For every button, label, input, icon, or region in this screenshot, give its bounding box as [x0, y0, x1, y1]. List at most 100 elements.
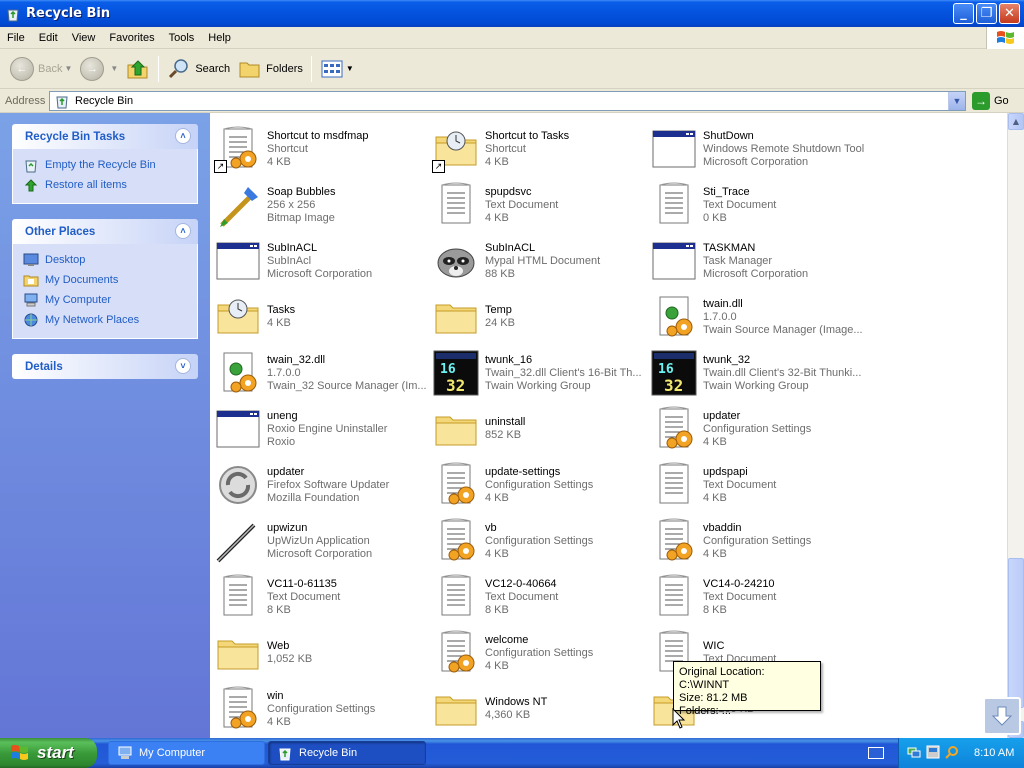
- back-button[interactable]: ← Back ▼: [6, 53, 76, 85]
- my-computer-link[interactable]: My Computer: [23, 290, 187, 310]
- file-item-text: TASKMAN Task Manager Microsoft Corporation: [703, 242, 868, 281]
- file-detail-2: 4 KB: [267, 715, 291, 728]
- clock: 8:10 AM: [974, 747, 1015, 759]
- my-documents-label: My Documents: [45, 274, 119, 286]
- file-item[interactable]: update-settings Configuration Settings 4 K…: [432, 457, 650, 513]
- file-item-text: upwizun UpWizUn Application Microsoft Corp…: [267, 522, 432, 561]
- file-item[interactable]: ↗ Shortcut to Tasks Shortcut 4 KB: [432, 121, 650, 177]
- file-item[interactable]: Windows NT 4,360 KB: [432, 681, 650, 737]
- file-item[interactable]: uninstall 852 KB: [432, 401, 650, 457]
- file-item[interactable]: Sti_Trace Text Document 0 KB: [650, 177, 868, 233]
- my-network-places-link[interactable]: My Network Places: [23, 310, 187, 330]
- scroll-up-button[interactable]: ▲: [1008, 113, 1024, 130]
- search-button[interactable]: Search: [163, 53, 234, 85]
- up-button[interactable]: [122, 53, 154, 85]
- file-item[interactable]: SubInACL SubInAcl Microsoft Corporation: [214, 233, 432, 289]
- collapse-icon[interactable]: ˄: [175, 128, 191, 144]
- file-item-text: update-settings Configuration Settings 4 K…: [485, 466, 650, 505]
- file-item[interactable]: vb Configuration Settings 4 KB: [432, 513, 650, 569]
- other-places-header[interactable]: Other Places ˄: [12, 219, 198, 244]
- file-item[interactable]: Tasks 4 KB: [214, 289, 432, 345]
- network-tray-icon[interactable]: [907, 745, 921, 762]
- menu-favorites[interactable]: Favorites: [102, 32, 161, 44]
- file-detail-1: 24 KB: [485, 317, 515, 329]
- file-item[interactable]: 16 32 twunk_32 Twain.dll Client's 32-Bit Th…: [650, 345, 868, 401]
- file-item[interactable]: Soap Bubbles 256 x 256 Bitmap Image: [214, 177, 432, 233]
- folders-button[interactable]: Folders: [234, 53, 307, 85]
- details-header[interactable]: Details ˅: [12, 354, 198, 379]
- empty-recycle-bin-label: Empty the Recycle Bin: [45, 159, 156, 171]
- file-detail-2: 0 KB: [703, 211, 727, 224]
- shortcut-arrow-icon: ↗: [214, 160, 227, 173]
- desktop-link[interactable]: Desktop: [23, 250, 187, 270]
- windows-logo-icon: [11, 745, 28, 760]
- file-name: ShutDown: [703, 129, 754, 142]
- menu-view[interactable]: View: [65, 32, 103, 44]
- file-item-text: updater Firefox Software Updater Mozilla F…: [267, 466, 432, 505]
- close-button[interactable]: ✕: [999, 3, 1020, 24]
- go-button[interactable]: → Go: [972, 92, 1009, 110]
- file-item[interactable]: VC14-0-24210 Text Document 8 KB: [650, 569, 868, 625]
- file-item[interactable]: VC11-0-61135 Text Document 8 KB: [214, 569, 432, 625]
- minimize-button[interactable]: _: [953, 3, 974, 24]
- forward-dropdown-icon[interactable]: ▼: [110, 64, 118, 73]
- file-item[interactable]: ShutDown Windows Remote Shutdown Tool Micr…: [650, 121, 868, 177]
- keyboard-icon[interactable]: [868, 747, 884, 759]
- menu-tools[interactable]: Tools: [162, 32, 202, 44]
- collapse-icon[interactable]: ˄: [175, 223, 191, 239]
- file-item[interactable]: Temp 24 KB: [432, 289, 650, 345]
- file-item-text: uneng Roxio Engine Uninstaller Roxio: [267, 410, 432, 449]
- expand-icon[interactable]: ˅: [175, 358, 191, 374]
- recycle-bin-tasks-header[interactable]: Recycle Bin Tasks ˄: [12, 124, 198, 149]
- file-item[interactable]: 16 32 twunk_16 Twain_32.dll Client's 16-Bit…: [432, 345, 650, 401]
- file-item[interactable]: updater Configuration Settings 4 KB: [650, 401, 868, 457]
- back-dropdown-icon[interactable]: ▼: [64, 64, 72, 73]
- taskbar-item-recycle-bin[interactable]: Recycle Bin: [268, 741, 426, 765]
- file-name: Sti_Trace: [703, 185, 750, 198]
- menu-help[interactable]: Help: [201, 32, 238, 44]
- file-item[interactable]: twain_32.dll 1.7.0.0 Twain_32 Source Manag…: [214, 345, 432, 401]
- my-documents-link[interactable]: My Documents: [23, 270, 187, 290]
- file-item[interactable]: upwizun UpWizUn Application Microsoft Corp…: [214, 513, 432, 569]
- empty-recycle-bin-link[interactable]: Empty the Recycle Bin: [23, 155, 187, 175]
- forward-button[interactable]: → ▼: [76, 53, 122, 85]
- file-item[interactable]: TASKMAN Task Manager Microsoft Corporation: [650, 233, 868, 289]
- windows-logo-icon: [986, 27, 1024, 49]
- file-item[interactable]: ↗ Shortcut to msdfmap Shortcut 4 KB: [214, 121, 432, 177]
- file-item[interactable]: updater Firefox Software Updater Mozilla F…: [214, 457, 432, 513]
- file-item-text: win Configuration Settings 4 KB: [267, 690, 432, 729]
- start-button[interactable]: start: [0, 738, 97, 768]
- file-detail-2: Microsoft Corporation: [267, 267, 373, 280]
- file-item-text: spupdsvc Text Document 4 KB: [485, 186, 650, 225]
- file-item-text: Soap Bubbles 256 x 256 Bitmap Image: [267, 186, 432, 225]
- file-item[interactable]: VC12-0-40664 Text Document 8 KB: [432, 569, 650, 625]
- menu-edit[interactable]: Edit: [32, 32, 65, 44]
- file-detail-2: 88 KB: [485, 267, 515, 280]
- file-name: twunk_16: [485, 353, 533, 366]
- file-item[interactable]: vbaddin Configuration Settings 4 KB: [650, 513, 868, 569]
- maximize-button[interactable]: ❐: [976, 3, 997, 24]
- file-item[interactable]: twain.dll 1.7.0.0 Twain Source Manager (Im…: [650, 289, 868, 345]
- file-item[interactable]: spupdsvc Text Document 4 KB: [432, 177, 650, 233]
- file-item[interactable]: welcome Configuration Settings 4 KB: [432, 625, 650, 681]
- file-item[interactable]: win Configuration Settings 4 KB: [214, 681, 432, 737]
- search-tray-icon[interactable]: [945, 745, 959, 762]
- views-button[interactable]: ▼: [316, 53, 358, 85]
- file-item[interactable]: updspapi Text Document 4 KB: [650, 457, 868, 513]
- address-bar: Address Recycle Bin ▼ → Go: [0, 89, 1024, 113]
- address-dropdown-icon[interactable]: ▼: [948, 92, 965, 110]
- file-item[interactable]: SubInACL Mypal HTML Document 88 KB: [432, 233, 650, 289]
- download-arrow-icon[interactable]: [983, 697, 1021, 735]
- file-item[interactable]: Web 1,052 KB: [214, 625, 432, 681]
- vertical-scrollbar[interactable]: ▲ ▼: [1007, 113, 1024, 738]
- file-item[interactable]: uneng Roxio Engine Uninstaller Roxio: [214, 401, 432, 457]
- go-arrow-icon: →: [972, 92, 990, 110]
- taskbar-item-my-computer[interactable]: My Computer: [108, 741, 265, 765]
- address-input[interactable]: Recycle Bin ▼: [49, 91, 966, 111]
- device-tray-icon[interactable]: [926, 745, 940, 762]
- menu-file[interactable]: File: [0, 32, 32, 44]
- tasks-shortcut-icon: ↗: [432, 125, 480, 173]
- file-detail-1: Configuration Settings: [267, 702, 376, 715]
- restore-all-items-link[interactable]: Restore all items: [23, 175, 187, 195]
- scroll-thumb[interactable]: [1008, 558, 1024, 708]
